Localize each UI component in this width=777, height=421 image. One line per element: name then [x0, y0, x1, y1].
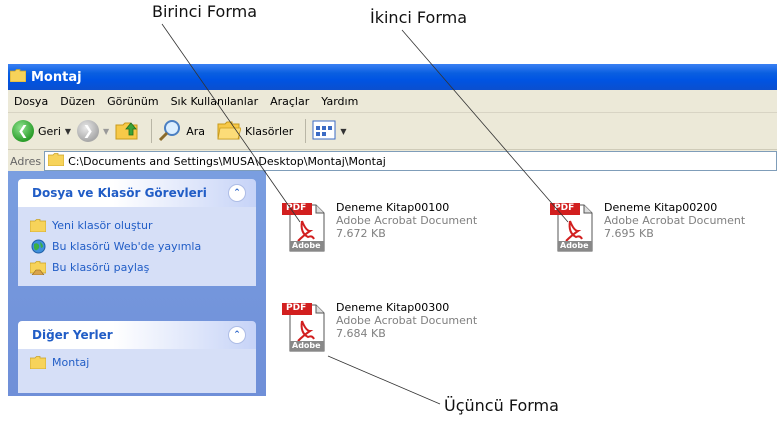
- chevron-down-icon[interactable]: ▼: [65, 127, 71, 136]
- search-icon: [158, 118, 182, 145]
- task-share-folder[interactable]: Bu klasörü paylaş: [30, 257, 244, 278]
- adobe-badge: Adobe: [292, 341, 321, 350]
- file-item[interactable]: PDF Adobe Deneme Kitap00100 Adobe Acroba…: [280, 201, 477, 252]
- file-size: 7.672 KB: [336, 227, 386, 240]
- menu-help[interactable]: Yardım: [315, 95, 364, 108]
- file-name: Deneme Kitap00300: [336, 301, 450, 314]
- other-places-header[interactable]: Diğer Yerler ⌃: [18, 321, 256, 349]
- toolbar-separator: [151, 119, 153, 143]
- search-label: Ara: [186, 124, 205, 138]
- pdf-badge: PDF: [554, 203, 575, 213]
- pdf-file-icon: PDF Adobe: [548, 201, 598, 252]
- file-name: Deneme Kitap00100: [336, 201, 450, 214]
- new-folder-icon: [30, 219, 46, 232]
- folder-icon: [30, 355, 46, 369]
- annotation-third-form: Üçüncü Forma: [444, 396, 559, 415]
- file-folder-tasks-body: Yeni klasör oluştur Bu klasörü Web'de ya…: [18, 207, 256, 286]
- other-places-panel: Diğer Yerler ⌃ Montaj: [18, 321, 256, 393]
- up-folder-button[interactable]: [115, 119, 139, 144]
- task-pane: Dosya ve Klasör Görevleri ⌃ Yeni klasör …: [8, 171, 266, 396]
- menu-bar: Dosya Düzen Görünüm Sık Kullanılanlar Ar…: [8, 90, 777, 113]
- adobe-badge: Adobe: [560, 241, 589, 250]
- menu-edit[interactable]: Düzen: [54, 95, 101, 108]
- folders-button[interactable]: Klasörler: [217, 119, 293, 144]
- globe-icon: [30, 239, 46, 254]
- views-button[interactable]: ▼: [312, 120, 346, 143]
- file-type: Adobe Acrobat Document: [336, 314, 478, 327]
- pdf-badge: PDF: [286, 303, 307, 313]
- file-size: 7.695 KB: [604, 227, 654, 240]
- back-label: Geri: [38, 124, 61, 138]
- file-folder-tasks-header[interactable]: Dosya ve Klasör Görevleri ⌃: [18, 179, 256, 207]
- menu-file[interactable]: Dosya: [8, 95, 54, 108]
- share-folder-icon: [30, 260, 46, 275]
- address-path: C:\Documents and Settings\MUSA\Desktop\M…: [68, 154, 386, 168]
- collapse-chevron-icon[interactable]: ⌃: [228, 184, 246, 202]
- search-button[interactable]: Ara: [158, 118, 205, 145]
- file-item[interactable]: PDF Adobe Deneme Kitap00200 Adobe Acroba…: [548, 201, 745, 252]
- back-arrow-icon: ❮: [12, 120, 34, 142]
- toolbar: ❮ Geri ▼ ❯ ▼ Ara Klasörler ▼: [8, 113, 777, 150]
- forward-button[interactable]: ❯ ▼: [77, 120, 109, 142]
- file-name: Deneme Kitap00200: [604, 201, 718, 214]
- address-input[interactable]: C:\Documents and Settings\MUSA\Desktop\M…: [44, 151, 777, 171]
- task-publish-web[interactable]: Bu klasörü Web'de yayımla: [30, 236, 244, 257]
- content-area: Dosya ve Klasör Görevleri ⌃ Yeni klasör …: [8, 171, 777, 396]
- title-bar[interactable]: Montaj: [8, 64, 777, 90]
- file-info: Deneme Kitap00200 Adobe Acrobat Document…: [604, 201, 745, 251]
- forward-arrow-icon: ❯: [77, 120, 100, 142]
- folders-icon: [217, 119, 242, 144]
- explorer-window: Montaj Dosya Düzen Görünüm Sık Kullanıla…: [8, 64, 777, 396]
- back-button[interactable]: ❮ Geri ▼: [12, 120, 71, 142]
- place-label: Montaj: [52, 355, 90, 369]
- task-label: Yeni klasör oluştur: [52, 219, 153, 232]
- pdf-file-icon: PDF Adobe: [280, 301, 330, 352]
- address-bar: Adres C:\Documents and Settings\MUSA\Des…: [8, 150, 777, 173]
- file-folder-tasks-panel: Dosya ve Klasör Görevleri ⌃ Yeni klasör …: [18, 179, 256, 286]
- address-label: Adres: [10, 154, 42, 168]
- menu-favorites[interactable]: Sık Kullanılanlar: [165, 95, 265, 108]
- file-info: Deneme Kitap00300 Adobe Acrobat Document…: [336, 301, 477, 351]
- chevron-down-icon[interactable]: ▼: [103, 127, 109, 136]
- annotation-second-form: İkinci Forma: [370, 8, 468, 27]
- folders-label: Klasörler: [244, 124, 294, 138]
- place-montaj[interactable]: Montaj: [30, 355, 244, 369]
- chevron-down-icon[interactable]: ▼: [340, 127, 346, 136]
- menu-tools[interactable]: Araçlar: [264, 95, 315, 108]
- pdf-file-icon: PDF Adobe: [280, 201, 330, 252]
- folder-icon: [9, 68, 27, 86]
- panel-title: Dosya ve Klasör Görevleri: [32, 186, 207, 200]
- folder-icon: [47, 153, 65, 169]
- toolbar-separator: [305, 119, 307, 143]
- task-label: Bu klasörü paylaş: [52, 261, 150, 274]
- adobe-badge: Adobe: [292, 241, 321, 250]
- task-new-folder[interactable]: Yeni klasör oluştur: [30, 215, 244, 236]
- pdf-badge: PDF: [286, 203, 307, 213]
- annotation-first-form: Birinci Forma: [152, 2, 258, 21]
- other-places-body: Montaj: [18, 349, 256, 393]
- task-label: Bu klasörü Web'de yayımla: [52, 240, 202, 253]
- window-title: Montaj: [31, 69, 82, 85]
- panel-title: Diğer Yerler: [32, 328, 113, 342]
- menu-view[interactable]: Görünüm: [101, 95, 164, 108]
- collapse-chevron-icon[interactable]: ⌃: [228, 326, 246, 344]
- file-size: 7.684 KB: [336, 327, 386, 340]
- file-type: Adobe Acrobat Document: [336, 214, 478, 227]
- views-icon: [312, 120, 336, 143]
- up-folder-icon: [115, 119, 139, 144]
- file-item[interactable]: PDF Adobe Deneme Kitap00300 Adobe Acroba…: [280, 301, 477, 352]
- file-type: Adobe Acrobat Document: [604, 214, 746, 227]
- file-info: Deneme Kitap00100 Adobe Acrobat Document…: [336, 201, 477, 251]
